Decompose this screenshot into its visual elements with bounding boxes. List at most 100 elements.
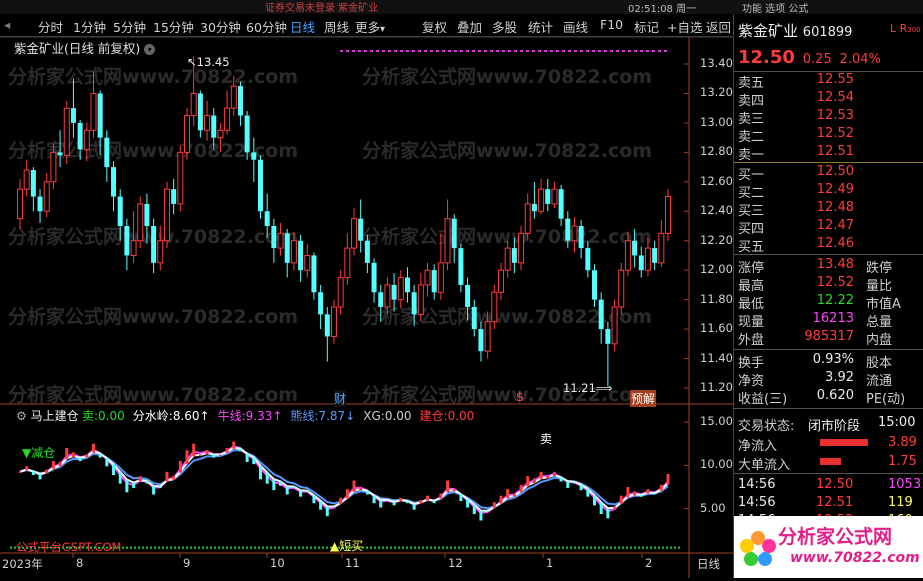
- candle-body: [137, 203, 144, 242]
- gear-icon[interactable]: ⚙: [16, 409, 27, 423]
- candle-body: [417, 284, 424, 315]
- candle-body: [298, 240, 304, 271]
- candle-body: [632, 240, 638, 256]
- ask-row-3[interactable]: 卖三 12.53: [738, 108, 920, 127]
- candle-body: [618, 269, 625, 308]
- top-menu-text[interactable]: 功能 选项 公式: [742, 0, 808, 15]
- indicator-field-label: 分水岭:: [132, 409, 173, 423]
- candle-body: [144, 203, 150, 226]
- candle-body: [197, 93, 203, 131]
- ask-label: 卖三: [738, 112, 765, 127]
- arrow-icon: ↖: [187, 55, 197, 69]
- flow-value: 3.89: [888, 435, 917, 450]
- candle-body: [277, 232, 284, 249]
- candle-body: [43, 181, 50, 212]
- indicator-values: 卖:0.00 分水岭:8.60↑ 牛线:9.33↑ 熊线:7.87↓ XG:0.00 建仓…: [82, 407, 482, 424]
- indicator-field-label: 建仓:: [419, 409, 448, 423]
- candle-body: [17, 188, 23, 220]
- fundamental-value: 0.93%: [812, 352, 854, 367]
- price-line: 12.50 0.25 2.04%: [738, 47, 881, 68]
- ask-row-2[interactable]: 卖二 12.52: [738, 126, 920, 145]
- candle-body: [190, 92, 197, 117]
- candle-body: [97, 93, 103, 138]
- flow-bar: [820, 458, 841, 465]
- bid-row-3[interactable]: 买三 12.48: [738, 200, 920, 219]
- dividend-marker[interactable]: $: [516, 390, 524, 404]
- candle-body: [511, 248, 517, 263]
- stock-header: 紫金矿业 601899: [738, 20, 852, 41]
- triangle-down-icon: ▼: [22, 446, 32, 460]
- indicator-field: 牛线:9.33↑: [218, 409, 283, 423]
- candle-body: [351, 218, 358, 249]
- ask-row-4[interactable]: 卖四 12.54: [738, 90, 920, 109]
- kline-chart[interactable]: [0, 0, 733, 578]
- unlock-marker[interactable]: 预解: [630, 390, 657, 407]
- indicator-field: 卖:0.00: [82, 409, 125, 423]
- ask-row-5[interactable]: 卖五 12.55: [738, 72, 920, 91]
- candle-body: [211, 115, 217, 138]
- candle-body: [37, 196, 43, 212]
- bid-row-4[interactable]: 买四 12.47: [738, 218, 920, 237]
- time-axis-label: 2: [645, 556, 653, 570]
- stat-value: 16213: [812, 311, 854, 326]
- time-axis-label: 11: [345, 556, 360, 570]
- fundamental-label-2: PE(动): [866, 392, 906, 407]
- candle-body: [318, 292, 324, 315]
- candle-body: [290, 240, 297, 264]
- bid-row-2[interactable]: 买二 12.49: [738, 182, 920, 201]
- candle-body: [83, 129, 90, 150]
- high-annotation: ↖13.45: [187, 55, 230, 69]
- candle-body: [605, 329, 611, 344]
- bid-price: 12.48: [816, 200, 854, 215]
- quote-panel: 紫金矿业 601899 L R300 12.50 0.25 2.04% 卖五 12…: [733, 14, 923, 578]
- candle-body: [592, 270, 598, 300]
- fundamental-label: 净资: [738, 374, 765, 389]
- time-axis-label: 10: [270, 556, 285, 570]
- indicator-name[interactable]: 马上建仓: [31, 409, 79, 423]
- bid-price: 12.49: [816, 182, 854, 197]
- indicator-field: 建仓:0.00: [420, 409, 475, 423]
- divider: [734, 473, 923, 474]
- ask-label: 卖一: [738, 148, 765, 163]
- indicator-field-value: 9.33↑: [245, 409, 283, 423]
- candle-body: [117, 196, 123, 226]
- ask-label: 卖四: [738, 94, 765, 109]
- tick-volume: 1053: [888, 477, 922, 492]
- candle-body: [57, 152, 63, 156]
- indicator-header: ⚙ 马上建仓: [16, 407, 79, 424]
- candle-body: [444, 218, 451, 264]
- price-tick-label: 13.40: [700, 56, 733, 70]
- candle-body: [558, 189, 564, 219]
- candle-body: [611, 306, 618, 345]
- ask-row-1[interactable]: 卖一 12.51: [738, 144, 920, 163]
- stock-code: 601899: [802, 25, 853, 40]
- bid-label: 买二: [738, 186, 765, 201]
- flow-value: 1.75: [888, 454, 917, 469]
- stock-flags-letters: L R: [890, 22, 908, 35]
- candle-body: [384, 284, 391, 308]
- candle-body: [471, 307, 477, 330]
- indicator-field: 熊线:7.87↓: [290, 409, 355, 423]
- candle-body: [344, 247, 351, 279]
- candle-body: [624, 240, 631, 271]
- stat-label-2: 市值A: [866, 297, 901, 312]
- indicator-field: 分水岭:8.60↑: [133, 409, 210, 423]
- trade-status-label: 交易状态:: [738, 419, 795, 434]
- flow-row: 大单流入 1.75: [738, 454, 920, 473]
- bid-row-1[interactable]: 买一 12.50: [738, 164, 920, 183]
- last-price: 12.50: [738, 47, 795, 68]
- price-tick-label: 11.40: [700, 350, 733, 365]
- time-axis-label: 12: [448, 556, 463, 570]
- price-tick-label: 12.60: [700, 173, 733, 188]
- stat-row: 外盘 985317 内盘: [738, 329, 920, 348]
- financial-report-marker[interactable]: 财: [334, 390, 347, 407]
- divider: [734, 349, 923, 350]
- bid-label: 买四: [738, 222, 765, 237]
- tick-volume: 119: [888, 495, 913, 510]
- logo-url: www.70822.com: [790, 550, 920, 566]
- tick-price: 12.50: [816, 477, 854, 492]
- candle-body: [658, 232, 665, 264]
- candle-body: [184, 115, 191, 153]
- bid-row-5[interactable]: 买五 12.46: [738, 236, 920, 255]
- candle-body: [204, 115, 211, 131]
